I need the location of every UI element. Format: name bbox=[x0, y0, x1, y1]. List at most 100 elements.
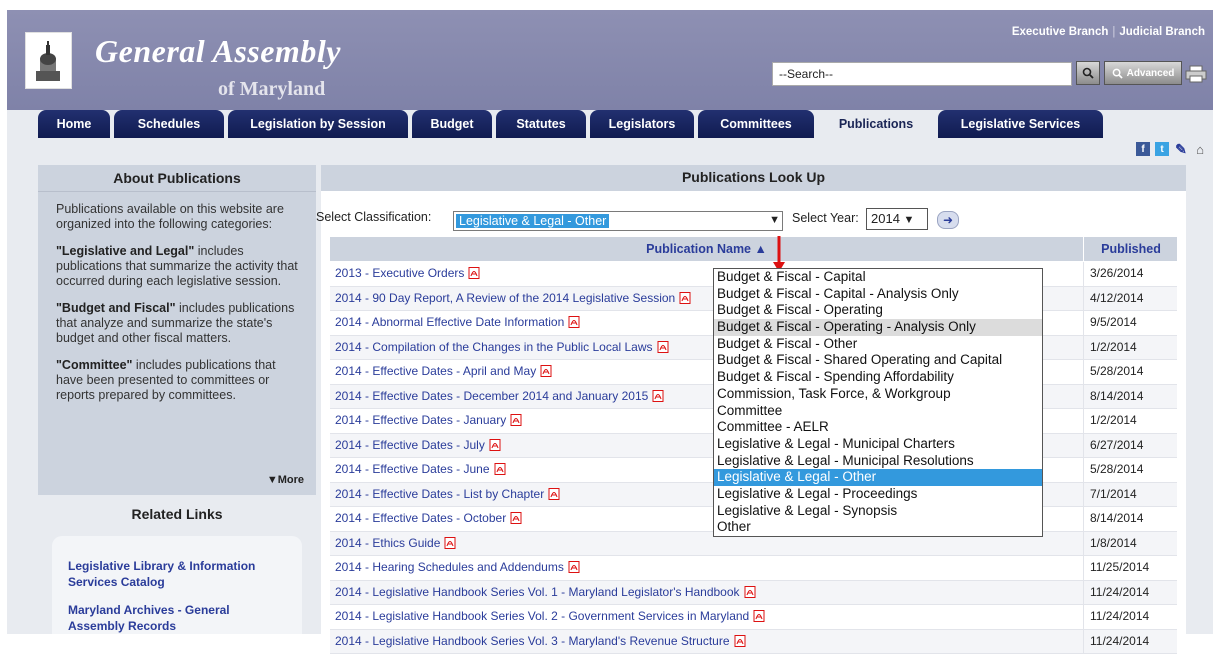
published-date: 11/25/2014 bbox=[1090, 560, 1149, 574]
publication-link[interactable]: 2014 - Effective Dates - July bbox=[335, 438, 501, 452]
publication-link[interactable]: 2014 - Hearing Schedules and Addendums bbox=[335, 560, 580, 574]
dropdown-option[interactable]: Budget & Fiscal - Shared Operating and C… bbox=[714, 352, 1042, 369]
publication-link[interactable]: 2013 - Executive Orders bbox=[335, 266, 480, 280]
chevron-down-icon: ▼ bbox=[769, 214, 780, 226]
pin-icon[interactable]: ✎ bbox=[1174, 142, 1188, 156]
pdf-icon[interactable] bbox=[657, 341, 669, 353]
site-subtitle: of Maryland bbox=[218, 78, 325, 101]
column-divider bbox=[1083, 409, 1084, 433]
main-nav: HomeSchedulesLegislation by SessionBudge… bbox=[38, 110, 1201, 138]
publication-link[interactable]: 2014 - Abnormal Effective Date Informati… bbox=[335, 315, 580, 329]
nav-tab-publications[interactable]: Publications bbox=[818, 110, 934, 138]
publication-link[interactable]: 2014 - Effective Dates - List by Chapter bbox=[335, 487, 560, 501]
publication-link[interactable]: 2014 - Effective Dates - December 2014 a… bbox=[335, 389, 664, 403]
column-divider bbox=[1083, 458, 1084, 482]
publication-link[interactable]: 2014 - 90 Day Report, A Review of the 20… bbox=[335, 291, 691, 305]
pdf-icon[interactable] bbox=[679, 292, 691, 304]
pdf-icon[interactable] bbox=[540, 365, 552, 377]
dropdown-option[interactable]: Commission, Task Force, & Workgroup bbox=[714, 386, 1042, 403]
facebook-icon[interactable]: f bbox=[1136, 142, 1150, 156]
maryland-archives-link[interactable]: Maryland Archives - General Assembly Rec… bbox=[68, 602, 286, 634]
pdf-icon[interactable] bbox=[489, 439, 501, 451]
print-icon[interactable] bbox=[1185, 65, 1207, 83]
published-date: 3/26/2014 bbox=[1090, 266, 1143, 280]
dropdown-option[interactable]: Legislative & Legal - Other bbox=[714, 469, 1042, 486]
published-date: 7/1/2014 bbox=[1090, 487, 1137, 501]
published-date: 1/2/2014 bbox=[1090, 413, 1137, 427]
year-label: Select Year: bbox=[792, 211, 859, 225]
about-intro: Publications available on this website a… bbox=[56, 202, 304, 232]
site-title[interactable]: General Assembly bbox=[95, 33, 341, 70]
dropdown-option[interactable]: Budget & Fiscal - Capital bbox=[714, 269, 1042, 286]
twitter-icon[interactable]: t bbox=[1155, 142, 1169, 156]
executive-branch-link[interactable]: Executive Branch bbox=[1012, 26, 1109, 38]
nav-tab-committees[interactable]: Committees bbox=[698, 110, 814, 138]
publication-link[interactable]: 2014 - Effective Dates - January bbox=[335, 413, 522, 427]
nav-tab-home[interactable]: Home bbox=[38, 110, 110, 138]
table-row: 2014 - Legislative Handbook Series Vol. … bbox=[330, 581, 1177, 606]
publication-link[interactable]: 2014 - Legislative Handbook Series Vol. … bbox=[335, 634, 746, 648]
pdf-icon[interactable] bbox=[734, 635, 746, 647]
nav-tab-legislative-services[interactable]: Legislative Services bbox=[938, 110, 1103, 138]
column-divider bbox=[1083, 556, 1084, 580]
publication-link[interactable]: 2014 - Effective Dates - June bbox=[335, 462, 506, 476]
dropdown-option[interactable]: Other bbox=[714, 519, 1042, 536]
dropdown-option[interactable]: Budget & Fiscal - Operating - Analysis O… bbox=[714, 319, 1042, 336]
pdf-icon[interactable] bbox=[753, 610, 765, 622]
pdf-icon[interactable] bbox=[494, 463, 506, 475]
pdf-icon[interactable] bbox=[744, 586, 756, 598]
nav-tab-legislators[interactable]: Legislators bbox=[590, 110, 694, 138]
dropdown-option[interactable]: Budget & Fiscal - Capital - Analysis Onl… bbox=[714, 286, 1042, 303]
judicial-branch-link[interactable]: Judicial Branch bbox=[1119, 26, 1205, 38]
dropdown-option[interactable]: Legislative & Legal - Proceedings bbox=[714, 486, 1042, 503]
dropdown-option[interactable]: Legislative & Legal - Synopsis bbox=[714, 503, 1042, 520]
classification-selected-value: Legislative & Legal - Other bbox=[456, 214, 609, 228]
publication-link[interactable]: 2014 - Effective Dates - October bbox=[335, 511, 522, 525]
dropdown-option[interactable]: Budget & Fiscal - Spending Affordability bbox=[714, 369, 1042, 386]
pdf-icon[interactable] bbox=[568, 316, 580, 328]
dropdown-option[interactable]: Budget & Fiscal - Operating bbox=[714, 302, 1042, 319]
go-button[interactable]: ➜ bbox=[937, 211, 959, 229]
advanced-search-button[interactable]: Advanced bbox=[1104, 61, 1182, 85]
government-building-icon[interactable]: ⌂ bbox=[1193, 142, 1207, 156]
library-catalog-link[interactable]: Legislative Library & Information Servic… bbox=[68, 558, 286, 590]
nav-tab-schedules[interactable]: Schedules bbox=[114, 110, 224, 138]
related-links-title: Related Links bbox=[38, 506, 316, 522]
column-published[interactable]: Published bbox=[1085, 237, 1177, 261]
column-publication-name[interactable]: Publication Name ▲ bbox=[330, 237, 1084, 261]
publication-link[interactable]: 2014 - Effective Dates - April and May bbox=[335, 364, 552, 378]
dropdown-option[interactable]: Committee - AELR bbox=[714, 419, 1042, 436]
nav-tab-statutes[interactable]: Statutes bbox=[496, 110, 586, 138]
published-date: 1/2/2014 bbox=[1090, 340, 1137, 354]
publication-link[interactable]: 2014 - Legislative Handbook Series Vol. … bbox=[335, 609, 765, 623]
column-divider bbox=[1083, 360, 1084, 384]
year-select[interactable]: 2014 ▼ bbox=[866, 208, 928, 230]
pdf-icon[interactable] bbox=[568, 561, 580, 573]
column-divider bbox=[1083, 385, 1084, 409]
classification-select[interactable]: Legislative & Legal - Other ▼ bbox=[453, 211, 783, 231]
more-link[interactable]: ▼More bbox=[267, 473, 304, 488]
logo[interactable] bbox=[25, 32, 72, 89]
search-button[interactable] bbox=[1076, 61, 1100, 85]
nav-tab-legislation-by-session[interactable]: Legislation by Session bbox=[228, 110, 408, 138]
published-date: 4/12/2014 bbox=[1090, 291, 1143, 305]
pdf-icon[interactable] bbox=[548, 488, 560, 500]
dropdown-option[interactable]: Budget & Fiscal - Other bbox=[714, 336, 1042, 353]
publication-link[interactable]: 2014 - Ethics Guide bbox=[335, 536, 456, 550]
dropdown-option[interactable]: Legislative & Legal - Municipal Charters bbox=[714, 436, 1042, 453]
category-legislative-legal: "Legislative and Legal" includes publica… bbox=[56, 244, 304, 289]
dropdown-option[interactable]: Committee bbox=[714, 403, 1042, 420]
pdf-icon[interactable] bbox=[510, 512, 522, 524]
nav-tab-budget[interactable]: Budget bbox=[412, 110, 492, 138]
pdf-icon[interactable] bbox=[652, 390, 664, 402]
column-divider bbox=[1083, 336, 1084, 360]
pdf-icon[interactable] bbox=[510, 414, 522, 426]
publication-link[interactable]: 2014 - Compilation of the Changes in the… bbox=[335, 340, 669, 354]
pdf-icon[interactable] bbox=[444, 537, 456, 549]
publication-link[interactable]: 2014 - Legislative Handbook Series Vol. … bbox=[335, 585, 756, 599]
state-house-icon bbox=[34, 41, 62, 81]
search-input[interactable]: --Search-- bbox=[772, 62, 1072, 86]
dropdown-option[interactable]: Legislative & Legal - Municipal Resoluti… bbox=[714, 453, 1042, 470]
about-publications-title: About Publications bbox=[38, 165, 316, 192]
pdf-icon[interactable] bbox=[468, 267, 480, 279]
